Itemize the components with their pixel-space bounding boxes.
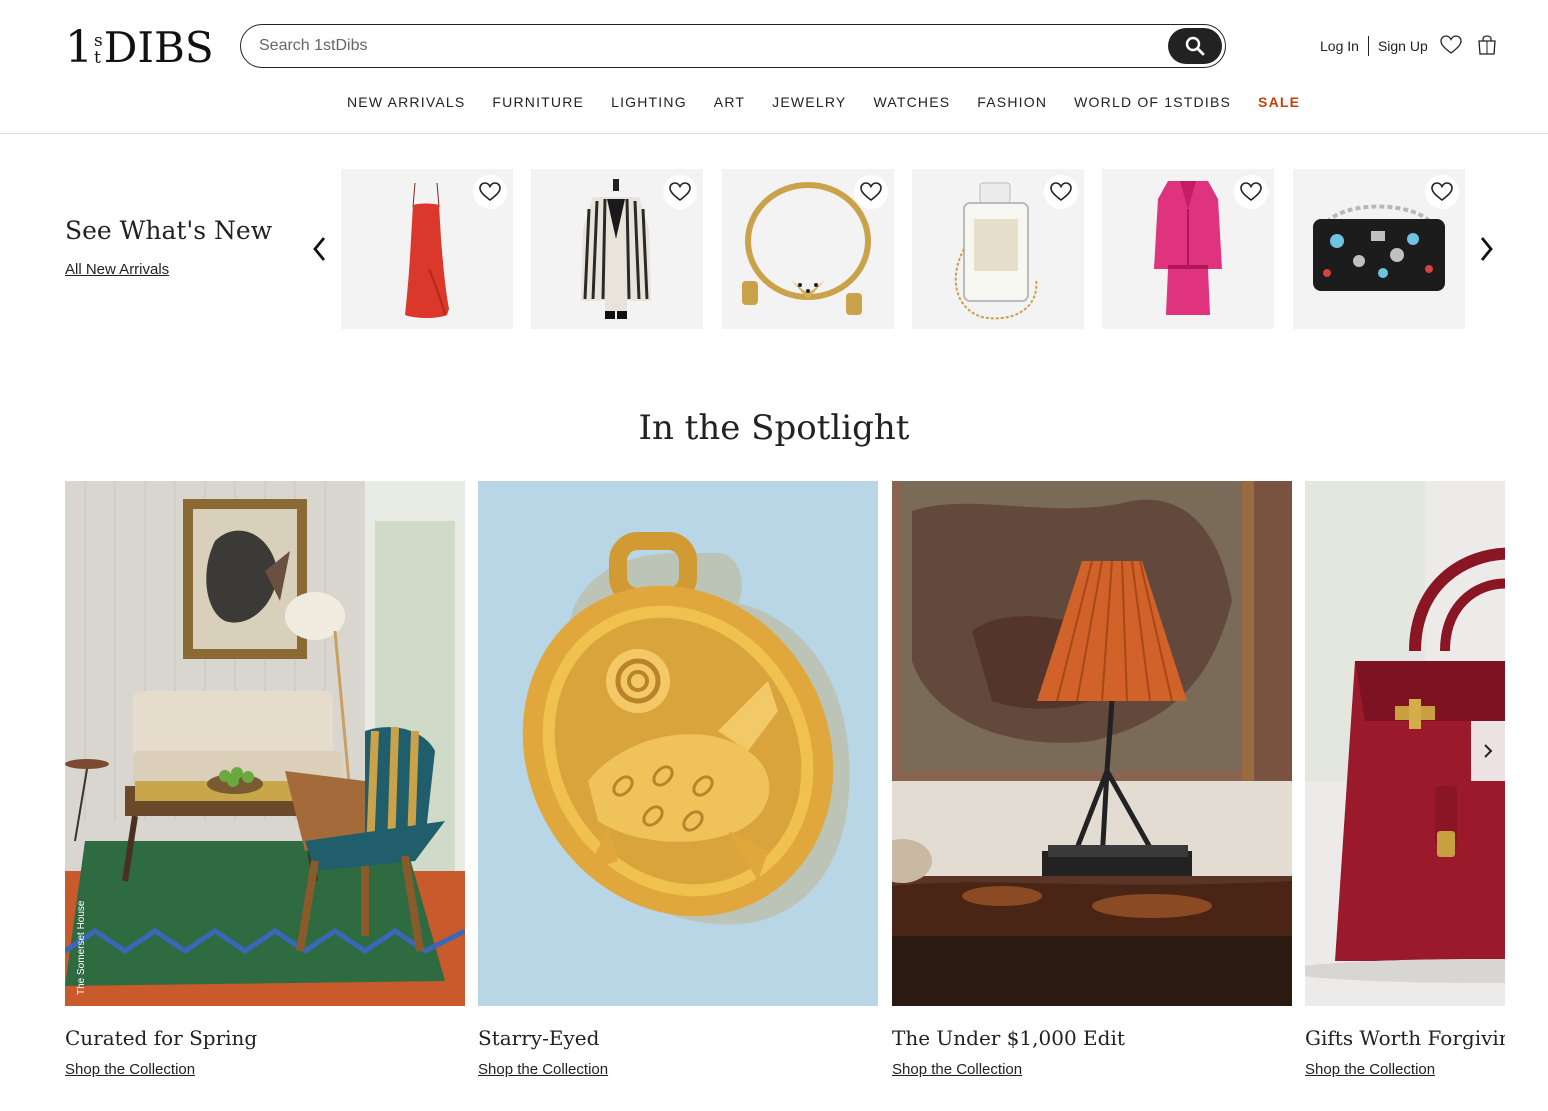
spotlight-title: In the Spotlight bbox=[638, 408, 910, 448]
logo-dibs: DIBS bbox=[103, 23, 214, 72]
photo-credit: The Somerset House bbox=[76, 900, 87, 996]
new-arrivals-carousel bbox=[341, 169, 1466, 329]
spotlight-image-gold-pendant[interactable] bbox=[478, 481, 878, 1006]
favorite-button[interactable] bbox=[1425, 175, 1459, 209]
spotlight-image-pleated-lamp[interactable] bbox=[892, 481, 1292, 1006]
nav-world-of-1stdibs[interactable]: WORLD OF 1STDIBS bbox=[1074, 94, 1231, 110]
spotlight-card-title: Gifts Worth Forgiving bbox=[1305, 1026, 1505, 1050]
spotlight-card-starry-eyed: Starry-Eyed Shop the Collection bbox=[478, 481, 878, 1078]
shop-the-collection-link[interactable]: Shop the Collection bbox=[65, 1061, 195, 1078]
account-divider bbox=[1367, 36, 1369, 56]
new-arrival-item-red-slip-dress[interactable] bbox=[341, 169, 513, 329]
all-new-arrivals-link[interactable]: All New Arrivals bbox=[65, 261, 169, 278]
logo-st: s t bbox=[94, 33, 103, 67]
new-arrival-item-gold-panther-necklace[interactable] bbox=[722, 169, 894, 329]
heart-icon bbox=[1240, 182, 1262, 202]
shopping-bag-icon[interactable] bbox=[1477, 35, 1497, 55]
nav-new-arrivals[interactable]: NEW ARRIVALS bbox=[347, 94, 465, 110]
login-link[interactable]: Log In bbox=[1320, 38, 1359, 54]
heart-icon bbox=[1050, 182, 1072, 202]
shop-the-collection-link[interactable]: Shop the Collection bbox=[892, 1061, 1022, 1078]
spotlight-next-button[interactable] bbox=[1471, 721, 1505, 781]
heart-icon bbox=[669, 182, 691, 202]
logo-one: 1 bbox=[65, 22, 93, 73]
site-logo[interactable]: 1 s t DIBS bbox=[65, 22, 214, 73]
nav-sale[interactable]: SALE bbox=[1258, 94, 1300, 110]
spotlight-card-under-1000-edit: The Under $1,000 Edit Shop the Collectio… bbox=[892, 481, 1292, 1078]
spotlight-image-living-room[interactable] bbox=[65, 481, 465, 1006]
favorite-button[interactable] bbox=[663, 175, 697, 209]
favorite-button[interactable] bbox=[473, 175, 507, 209]
nav-watches[interactable]: WATCHES bbox=[873, 94, 950, 110]
account-links: Log In Sign Up bbox=[1320, 34, 1428, 58]
nav-jewelry[interactable]: JEWELRY bbox=[772, 94, 846, 110]
shop-the-collection-link[interactable]: Shop the Collection bbox=[1305, 1061, 1435, 1078]
search-input[interactable] bbox=[259, 34, 1159, 58]
logo-t: t bbox=[94, 48, 101, 68]
spotlight-card-title: Starry-Eyed bbox=[478, 1026, 600, 1050]
heart-icon[interactable] bbox=[1440, 35, 1462, 55]
whats-new-title: See What's New bbox=[65, 216, 273, 245]
nav-furniture[interactable]: FURNITURE bbox=[492, 94, 584, 110]
nav-lighting[interactable]: LIGHTING bbox=[611, 94, 687, 110]
search-bar bbox=[240, 24, 1226, 68]
spotlight-card-title: Curated for Spring bbox=[65, 1026, 258, 1050]
new-arrival-item-pink-tweed-suit[interactable] bbox=[1102, 169, 1274, 329]
new-arrival-item-perfume-bottle-bag[interactable] bbox=[912, 169, 1084, 329]
heart-icon bbox=[1431, 182, 1453, 202]
new-arrival-item-striped-blazer[interactable] bbox=[531, 169, 703, 329]
carousel-prev-icon[interactable] bbox=[308, 234, 332, 264]
site-header: 1 s t DIBS Log In Sign Up NEW ARRIVALS F… bbox=[0, 0, 1548, 134]
carousel-next-icon[interactable] bbox=[1474, 234, 1498, 264]
nav-art[interactable]: ART bbox=[714, 94, 745, 110]
heart-icon bbox=[479, 182, 501, 202]
search-button[interactable] bbox=[1168, 28, 1222, 64]
spotlight-card-curated-for-spring: Curated for Spring Shop the Collection bbox=[65, 481, 465, 1078]
favorite-button[interactable] bbox=[1044, 175, 1078, 209]
shop-the-collection-link[interactable]: Shop the Collection bbox=[478, 1061, 608, 1078]
spotlight-card-gifts-worth-forgiving: Gifts Worth Forgiving Shop the Collectio… bbox=[1305, 481, 1505, 1101]
chevron-right-icon bbox=[1484, 744, 1493, 758]
spotlight-card-title: The Under $1,000 Edit bbox=[892, 1026, 1125, 1050]
signup-link[interactable]: Sign Up bbox=[1378, 38, 1428, 54]
favorite-button[interactable] bbox=[1234, 175, 1268, 209]
nav-fashion[interactable]: FASHION bbox=[977, 94, 1047, 110]
heart-icon bbox=[860, 182, 882, 202]
favorite-button[interactable] bbox=[854, 175, 888, 209]
new-arrival-item-embellished-flap-bag[interactable] bbox=[1293, 169, 1465, 329]
search-icon bbox=[1185, 36, 1205, 56]
